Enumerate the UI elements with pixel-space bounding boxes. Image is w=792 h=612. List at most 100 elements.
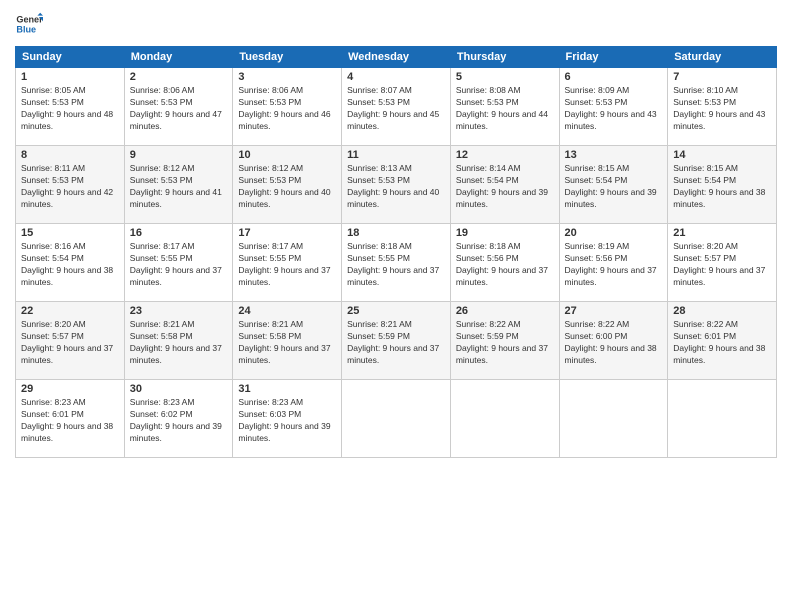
day-info: Sunrise: 8:15 AMSunset: 5:54 PMDaylight:… [565, 163, 657, 209]
day-info: Sunrise: 8:16 AMSunset: 5:54 PMDaylight:… [21, 241, 113, 287]
header: General Blue [15, 10, 777, 38]
day-info: Sunrise: 8:17 AMSunset: 5:55 PMDaylight:… [238, 241, 330, 287]
weekday-header: Thursday [450, 47, 559, 68]
day-info: Sunrise: 8:15 AMSunset: 5:54 PMDaylight:… [673, 163, 765, 209]
calendar-week-row: 15 Sunrise: 8:16 AMSunset: 5:54 PMDaylig… [16, 224, 777, 302]
day-info: Sunrise: 8:12 AMSunset: 5:53 PMDaylight:… [130, 163, 222, 209]
day-number: 24 [238, 305, 336, 317]
calendar-cell: 26 Sunrise: 8:22 AMSunset: 5:59 PMDaylig… [450, 302, 559, 380]
calendar-cell: 7 Sunrise: 8:10 AMSunset: 5:53 PMDayligh… [668, 68, 777, 146]
calendar-table: SundayMondayTuesdayWednesdayThursdayFrid… [15, 46, 777, 458]
calendar-page: General Blue SundayMondayTuesdayWednesda… [0, 0, 792, 612]
calendar-cell: 28 Sunrise: 8:22 AMSunset: 6:01 PMDaylig… [668, 302, 777, 380]
calendar-cell: 2 Sunrise: 8:06 AMSunset: 5:53 PMDayligh… [124, 68, 233, 146]
day-number: 12 [456, 149, 554, 161]
day-info: Sunrise: 8:23 AMSunset: 6:02 PMDaylight:… [130, 397, 222, 443]
calendar-cell: 18 Sunrise: 8:18 AMSunset: 5:55 PMDaylig… [342, 224, 451, 302]
calendar-cell: 5 Sunrise: 8:08 AMSunset: 5:53 PMDayligh… [450, 68, 559, 146]
calendar-cell: 31 Sunrise: 8:23 AMSunset: 6:03 PMDaylig… [233, 380, 342, 458]
calendar-week-row: 1 Sunrise: 8:05 AMSunset: 5:53 PMDayligh… [16, 68, 777, 146]
day-info: Sunrise: 8:09 AMSunset: 5:53 PMDaylight:… [565, 85, 657, 131]
day-info: Sunrise: 8:21 AMSunset: 5:58 PMDaylight:… [238, 319, 330, 365]
day-number: 27 [565, 305, 663, 317]
calendar-cell: 4 Sunrise: 8:07 AMSunset: 5:53 PMDayligh… [342, 68, 451, 146]
calendar-cell: 20 Sunrise: 8:19 AMSunset: 5:56 PMDaylig… [559, 224, 668, 302]
calendar-cell: 23 Sunrise: 8:21 AMSunset: 5:58 PMDaylig… [124, 302, 233, 380]
calendar-cell: 29 Sunrise: 8:23 AMSunset: 6:01 PMDaylig… [16, 380, 125, 458]
weekday-header-row: SundayMondayTuesdayWednesdayThursdayFrid… [16, 47, 777, 68]
day-number: 11 [347, 149, 445, 161]
day-info: Sunrise: 8:22 AMSunset: 6:01 PMDaylight:… [673, 319, 765, 365]
day-info: Sunrise: 8:08 AMSunset: 5:53 PMDaylight:… [456, 85, 548, 131]
day-number: 25 [347, 305, 445, 317]
calendar-cell: 16 Sunrise: 8:17 AMSunset: 5:55 PMDaylig… [124, 224, 233, 302]
weekday-header: Wednesday [342, 47, 451, 68]
weekday-header: Saturday [668, 47, 777, 68]
calendar-cell: 10 Sunrise: 8:12 AMSunset: 5:53 PMDaylig… [233, 146, 342, 224]
logo-icon: General Blue [15, 10, 43, 38]
day-info: Sunrise: 8:06 AMSunset: 5:53 PMDaylight:… [130, 85, 222, 131]
day-info: Sunrise: 8:21 AMSunset: 5:58 PMDaylight:… [130, 319, 222, 365]
calendar-week-row: 22 Sunrise: 8:20 AMSunset: 5:57 PMDaylig… [16, 302, 777, 380]
calendar-cell: 27 Sunrise: 8:22 AMSunset: 6:00 PMDaylig… [559, 302, 668, 380]
day-number: 10 [238, 149, 336, 161]
calendar-cell: 9 Sunrise: 8:12 AMSunset: 5:53 PMDayligh… [124, 146, 233, 224]
day-number: 17 [238, 227, 336, 239]
calendar-cell [559, 380, 668, 458]
calendar-week-row: 8 Sunrise: 8:11 AMSunset: 5:53 PMDayligh… [16, 146, 777, 224]
day-info: Sunrise: 8:14 AMSunset: 5:54 PMDaylight:… [456, 163, 548, 209]
day-number: 31 [238, 383, 336, 395]
day-info: Sunrise: 8:07 AMSunset: 5:53 PMDaylight:… [347, 85, 439, 131]
calendar-cell: 19 Sunrise: 8:18 AMSunset: 5:56 PMDaylig… [450, 224, 559, 302]
calendar-cell: 30 Sunrise: 8:23 AMSunset: 6:02 PMDaylig… [124, 380, 233, 458]
day-number: 7 [673, 71, 771, 83]
logo: General Blue [15, 10, 47, 38]
calendar-cell: 15 Sunrise: 8:16 AMSunset: 5:54 PMDaylig… [16, 224, 125, 302]
day-number: 21 [673, 227, 771, 239]
svg-text:Blue: Blue [16, 24, 36, 34]
day-number: 13 [565, 149, 663, 161]
weekday-header: Monday [124, 47, 233, 68]
day-number: 3 [238, 71, 336, 83]
weekday-header: Sunday [16, 47, 125, 68]
day-number: 23 [130, 305, 228, 317]
calendar-cell: 8 Sunrise: 8:11 AMSunset: 5:53 PMDayligh… [16, 146, 125, 224]
day-info: Sunrise: 8:17 AMSunset: 5:55 PMDaylight:… [130, 241, 222, 287]
day-number: 28 [673, 305, 771, 317]
day-number: 5 [456, 71, 554, 83]
day-info: Sunrise: 8:20 AMSunset: 5:57 PMDaylight:… [21, 319, 113, 365]
day-info: Sunrise: 8:19 AMSunset: 5:56 PMDaylight:… [565, 241, 657, 287]
day-info: Sunrise: 8:11 AMSunset: 5:53 PMDaylight:… [21, 163, 113, 209]
day-info: Sunrise: 8:12 AMSunset: 5:53 PMDaylight:… [238, 163, 330, 209]
day-info: Sunrise: 8:20 AMSunset: 5:57 PMDaylight:… [673, 241, 765, 287]
calendar-cell: 6 Sunrise: 8:09 AMSunset: 5:53 PMDayligh… [559, 68, 668, 146]
day-info: Sunrise: 8:06 AMSunset: 5:53 PMDaylight:… [238, 85, 330, 131]
day-number: 15 [21, 227, 119, 239]
day-info: Sunrise: 8:18 AMSunset: 5:56 PMDaylight:… [456, 241, 548, 287]
calendar-cell [668, 380, 777, 458]
day-info: Sunrise: 8:23 AMSunset: 6:01 PMDaylight:… [21, 397, 113, 443]
calendar-cell: 3 Sunrise: 8:06 AMSunset: 5:53 PMDayligh… [233, 68, 342, 146]
calendar-cell: 14 Sunrise: 8:15 AMSunset: 5:54 PMDaylig… [668, 146, 777, 224]
calendar-week-row: 29 Sunrise: 8:23 AMSunset: 6:01 PMDaylig… [16, 380, 777, 458]
day-info: Sunrise: 8:10 AMSunset: 5:53 PMDaylight:… [673, 85, 765, 131]
calendar-cell [342, 380, 451, 458]
day-number: 18 [347, 227, 445, 239]
calendar-cell: 22 Sunrise: 8:20 AMSunset: 5:57 PMDaylig… [16, 302, 125, 380]
day-number: 19 [456, 227, 554, 239]
day-number: 26 [456, 305, 554, 317]
day-number: 2 [130, 71, 228, 83]
calendar-cell [450, 380, 559, 458]
day-number: 4 [347, 71, 445, 83]
day-number: 16 [130, 227, 228, 239]
calendar-cell: 11 Sunrise: 8:13 AMSunset: 5:53 PMDaylig… [342, 146, 451, 224]
day-number: 9 [130, 149, 228, 161]
day-number: 6 [565, 71, 663, 83]
calendar-cell: 12 Sunrise: 8:14 AMSunset: 5:54 PMDaylig… [450, 146, 559, 224]
day-info: Sunrise: 8:23 AMSunset: 6:03 PMDaylight:… [238, 397, 330, 443]
calendar-cell: 13 Sunrise: 8:15 AMSunset: 5:54 PMDaylig… [559, 146, 668, 224]
day-info: Sunrise: 8:21 AMSunset: 5:59 PMDaylight:… [347, 319, 439, 365]
calendar-cell: 21 Sunrise: 8:20 AMSunset: 5:57 PMDaylig… [668, 224, 777, 302]
calendar-cell: 1 Sunrise: 8:05 AMSunset: 5:53 PMDayligh… [16, 68, 125, 146]
calendar-cell: 25 Sunrise: 8:21 AMSunset: 5:59 PMDaylig… [342, 302, 451, 380]
